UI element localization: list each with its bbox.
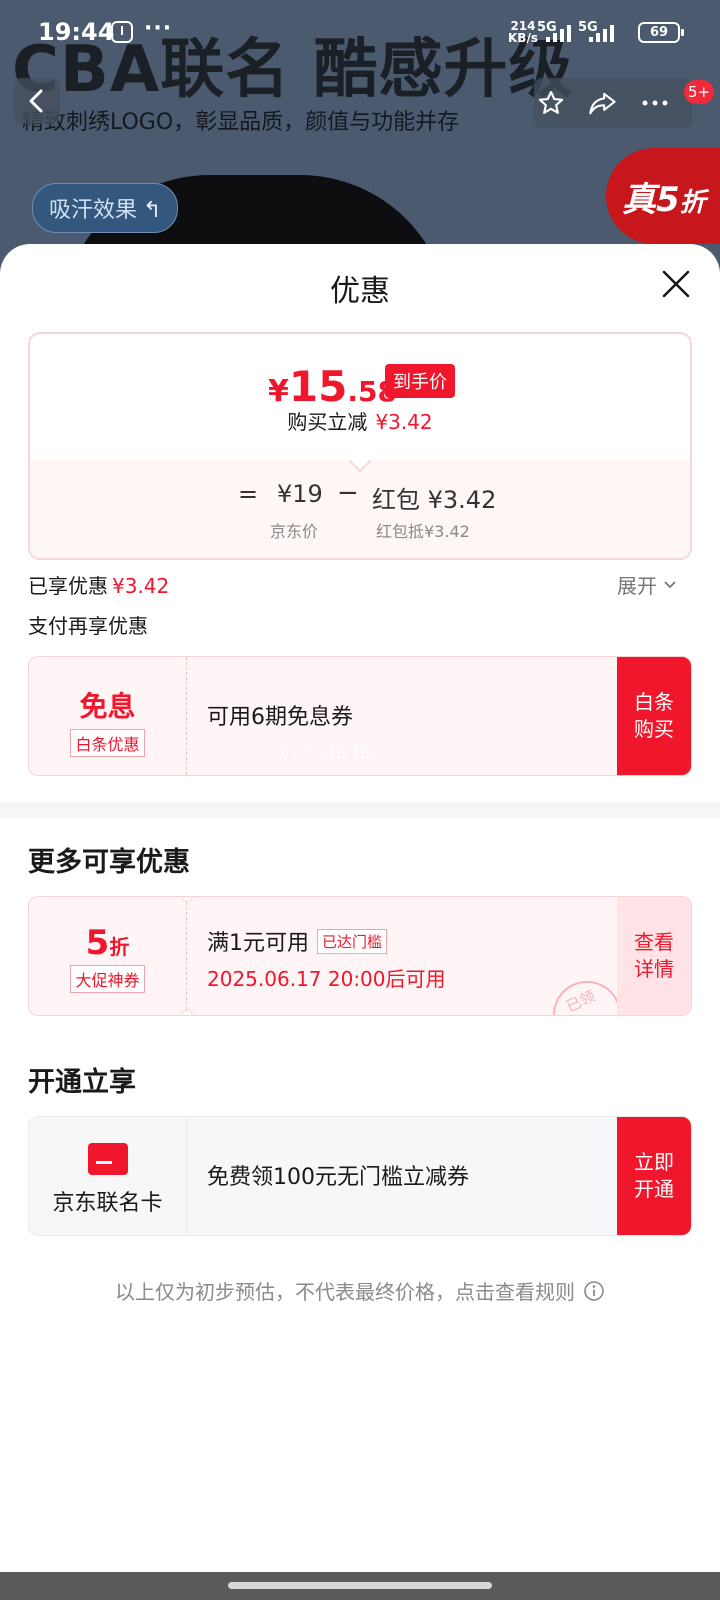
view-details-line2: 详情 <box>634 957 674 981</box>
promo-condition-line: 满1元可用 已达门槛 <box>207 925 446 957</box>
baitiao-buy-line2: 购买 <box>634 717 674 741</box>
open-now-line1: 立即 <box>634 1150 674 1174</box>
discount-badge-number: 5 <box>656 180 680 220</box>
discount-badge-prefix: 真 <box>622 180 656 220</box>
section-divider <box>0 802 720 818</box>
price-summary-card: ¥15.58 到手价 购买立减 ¥3.42 = ¥19 − 红包 ¥3.42 京东… <box>28 332 692 560</box>
baitiao-coupon-title: 免息 <box>79 690 136 723</box>
baitiao-coupon-left: 免息 白条优惠 <box>29 657 187 775</box>
expand-label: 展开 <box>617 574 657 598</box>
baitiao-coupon-text: 可用6期免息券 <box>207 705 353 730</box>
favorite-button[interactable] <box>534 86 568 120</box>
watermark: 好价推推 <box>279 741 375 769</box>
enjoyed-amount: ¥3.42 <box>112 574 170 598</box>
feature-pill-label: 吸汗效果 <box>49 198 138 223</box>
price-breakdown <box>30 460 690 558</box>
formula-equals: = <box>238 480 259 508</box>
nav-action-group <box>534 78 692 128</box>
final-price-integer: 15 <box>288 362 348 411</box>
signal-icon-1 <box>546 24 578 42</box>
status-dots: ··· <box>144 16 173 41</box>
jd-card-offer-text: 免费领100元无门槛立减券 <box>207 1165 469 1190</box>
baitiao-coupon: 免息 白条优惠 可用6期免息券 好价推推 白条购买 <box>28 656 692 776</box>
open-benefits-title: 开通立享 <box>28 1067 136 1098</box>
promo-coupon: 5折 大促神券 满1元可用 已达门槛 2025.06.17 20:00后可用 已领… <box>28 896 692 1016</box>
enjoyed-label: 已享优惠 <box>28 574 108 598</box>
buy-reduce-amount: ¥3.42 <box>375 410 433 434</box>
formula-minus: − <box>337 478 359 508</box>
back-icon <box>29 89 43 113</box>
view-details-button[interactable]: 查看 详情 <box>617 897 691 1015</box>
home-indicator[interactable] <box>228 1582 492 1589</box>
hongbao-caption: 红包抵¥3.42 <box>376 522 470 541</box>
product-banner-subline: 精致刺绣LOGO，彰显品质，颜值与功能并存 <box>22 110 460 135</box>
hongbao-amount: 红包 ¥3.42 <box>372 486 497 514</box>
sheet-title: 优惠 <box>330 274 390 309</box>
status-bar: 19:44 ··· 214 KB/s 5G 5G 69 <box>0 0 720 64</box>
more-button[interactable] <box>638 86 672 120</box>
jd-price-caption: 京东价 <box>270 522 319 541</box>
baitiao-buy-label: 白条 购买 <box>634 689 674 743</box>
promo-discount-unit: 折 <box>109 935 130 959</box>
chevron-down-icon <box>664 580 676 588</box>
final-price-currency: ¥ <box>268 374 289 409</box>
network-speed-unit: KB/s <box>508 31 538 45</box>
coupon-notch-bottom <box>181 1010 193 1015</box>
share-button[interactable] <box>586 86 620 120</box>
app-icon <box>111 21 133 43</box>
close-button[interactable] <box>656 264 696 304</box>
signal-icon-2 <box>589 24 621 42</box>
card-icon <box>87 1143 128 1175</box>
threshold-reached-badge: 已达门槛 <box>317 928 388 954</box>
share-icon <box>589 92 616 115</box>
discount-badge-suffix: 折 <box>679 188 706 218</box>
star-icon <box>538 90 564 114</box>
final-price-tag: 到手价 <box>385 364 455 398</box>
discount-badge: 真5折 <box>606 148 720 244</box>
more-discounts-title: 更多可享优惠 <box>28 847 190 878</box>
jd-price: ¥19 <box>277 480 323 508</box>
promo-coupon-tag: 大促神券 <box>70 965 145 993</box>
jd-card-offer-left: 京东联名卡 <box>29 1117 187 1235</box>
baitiao-coupon-tag: 白条优惠 <box>70 729 145 757</box>
close-icon <box>662 270 690 298</box>
jd-card-offer-main: 免费领100元无门槛立减券 <box>207 1117 469 1235</box>
expand-button[interactable]: 展开 <box>617 570 677 599</box>
buy-reduce-line: 购买立减 ¥3.42 <box>30 406 690 435</box>
network-speed: 214 KB/s <box>508 20 538 44</box>
pill-arrow-icon: ↰ <box>143 198 162 223</box>
battery-icon: 69 <box>638 22 684 43</box>
promo-discount: 5折 <box>29 923 186 963</box>
open-now-line2: 开通 <box>634 1177 674 1201</box>
back-button[interactable] <box>14 78 60 124</box>
info-icon <box>584 1280 604 1301</box>
feature-pill: 吸汗效果 ↰ <box>32 183 179 233</box>
pay-more-label: 支付再享优惠 <box>28 614 148 638</box>
rules-link[interactable]: 以上仅为初步预估，不代表最终价格，点击查看规则 <box>0 1276 720 1305</box>
promo-available-date: 2025.06.17 20:00后可用 <box>207 967 446 991</box>
more-icon <box>642 100 668 106</box>
promo-discount-number: 5 <box>85 923 110 963</box>
message-count-badge: 5+ <box>684 80 715 104</box>
discount-sheet: 优惠 ¥15.58 到手价 购买立减 ¥3.42 = ¥19 − 红包 ¥3.42… <box>0 244 720 1572</box>
open-now-label: 立即 开通 <box>634 1149 674 1203</box>
enjoyed-discount: 已享优惠 ¥3.42 <box>28 570 169 599</box>
buy-reduce-label: 购买立减 <box>287 410 368 434</box>
baitiao-buy-button[interactable]: 白条 购买 <box>617 657 691 775</box>
disclaimer-text: 以上仅为初步预估，不代表最终价格，点击查看规则 <box>115 1280 575 1304</box>
promo-coupon-left: 5折 大促神券 <box>29 897 187 1015</box>
baitiao-buy-line1: 白条 <box>634 690 674 714</box>
jd-card-offer: 京东联名卡 免费领100元无门槛立减券 立即开通 <box>28 1116 692 1236</box>
status-time: 19:44 <box>38 18 115 46</box>
open-now-button[interactable]: 立即 开通 <box>617 1117 691 1235</box>
jd-card-label: 京东联名卡 <box>52 1191 163 1216</box>
final-price: ¥15.58 <box>268 362 397 411</box>
promo-coupon-main: 满1元可用 已达门槛 2025.06.17 20:00后可用 <box>207 897 446 1015</box>
view-details-line1: 查看 <box>634 930 674 954</box>
view-details-label: 查看 详情 <box>634 929 674 983</box>
promo-condition: 满1元可用 <box>207 931 309 956</box>
